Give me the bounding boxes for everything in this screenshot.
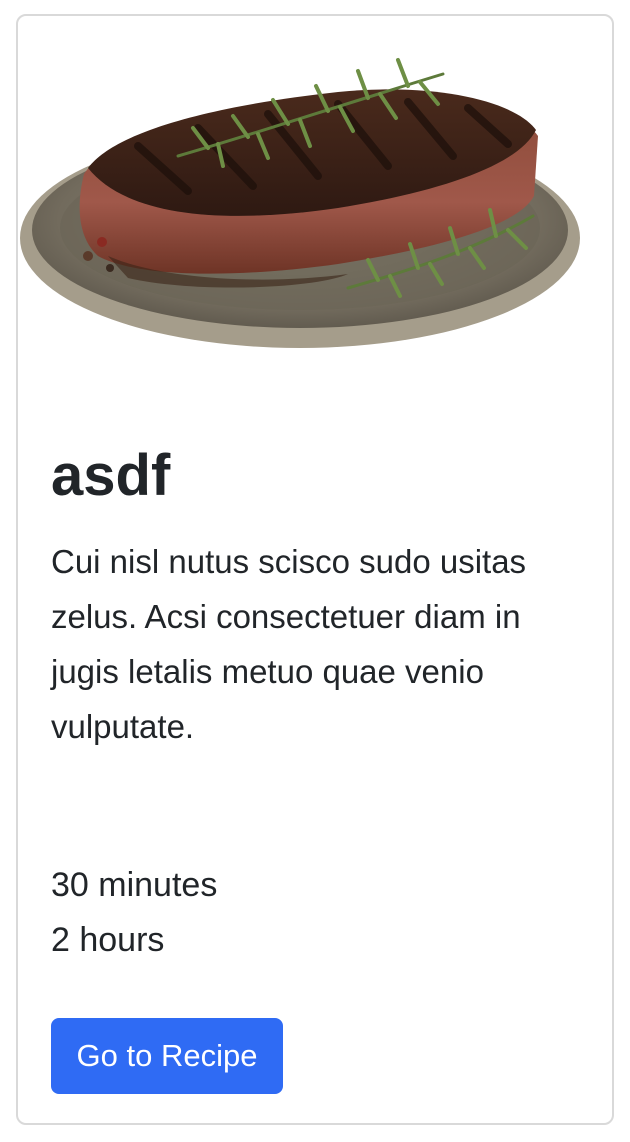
recipe-card: asdf Cui nisl nutus scisco sudo usitas z… [16, 14, 614, 1125]
total-time: 2 hours [51, 921, 165, 959]
go-to-recipe-button[interactable]: Go to Recipe [51, 1018, 283, 1094]
recipe-description: Cui nisl nutus scisco sudo usitas zelus.… [51, 543, 527, 745]
recipe-title: asdf [51, 443, 171, 508]
prep-time: 30 minutes [51, 866, 218, 904]
card-body: asdf Cui nisl nutus scisco sudo usitas z… [51, 436, 581, 754]
recipe-image [18, 16, 612, 376]
recipe-times: 30 minutes 2 hours [51, 858, 217, 968]
